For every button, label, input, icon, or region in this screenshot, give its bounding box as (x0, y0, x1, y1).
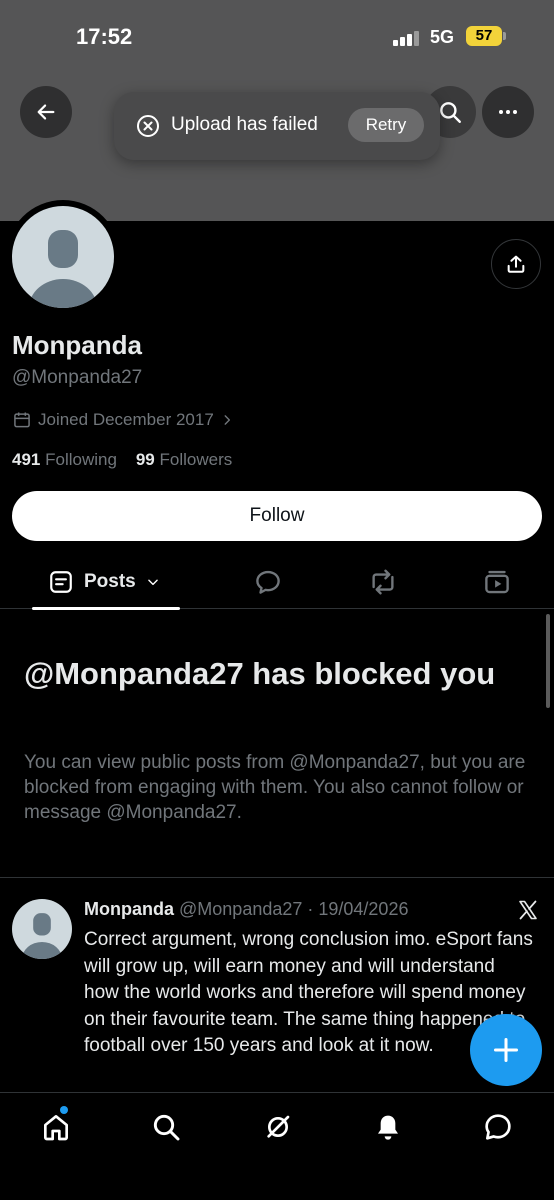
calendar-icon (14, 412, 30, 428)
network-label: 5G (430, 27, 455, 47)
blocked-description: You can view public posts from @Monpanda… (24, 752, 526, 823)
chevron-right-icon (224, 415, 230, 425)
profile-avatar[interactable] (6, 200, 120, 314)
media-icon[interactable] (482, 567, 512, 597)
followers-label: Followers (159, 450, 233, 469)
signal-icon (393, 30, 419, 46)
followers-link[interactable]: 99 Followers (136, 450, 232, 469)
follow-button[interactable]: Follow (12, 491, 542, 541)
follow-stats: 491 Following 99 Followers (12, 450, 232, 470)
back-arrow-icon (37, 104, 55, 120)
divider (0, 877, 554, 878)
share-button[interactable] (491, 239, 541, 289)
plus-icon (493, 1037, 519, 1063)
search-icon (440, 102, 461, 123)
tab-posts-label: Posts (84, 571, 136, 592)
following-count: 491 (12, 450, 41, 469)
replies-icon[interactable] (253, 567, 283, 597)
tweet-text: Correct argument, wrong conclusion imo. … (84, 929, 533, 1056)
joined-date[interactable]: Joined December 2017 (12, 410, 234, 430)
active-tab-indicator (32, 607, 180, 610)
default-avatar-icon (29, 230, 97, 308)
following-link[interactable]: 491 Following (12, 450, 117, 469)
messages-icon[interactable] (482, 1111, 514, 1143)
upload-failed-toast: Upload has failed Retry (114, 92, 440, 160)
blocked-title: @Monpanda27 has blocked you (24, 656, 496, 691)
display-name: Monpanda (12, 330, 142, 360)
following-label: Following (45, 450, 117, 469)
scrollbar[interactable] (546, 614, 550, 708)
grok-icon[interactable] (262, 1111, 294, 1143)
tab-posts[interactable]: Posts (32, 557, 180, 610)
tweet-author-name[interactable]: Monpanda (84, 899, 174, 919)
home-notification-dot (60, 1106, 68, 1114)
joined-label: Joined December 2017 (38, 410, 214, 429)
compose-button[interactable] (470, 1014, 542, 1086)
more-button[interactable] (482, 86, 534, 138)
battery-icon: 57 (466, 26, 502, 46)
user-handle: @Monpanda27 (12, 367, 143, 388)
tweet-header: Monpanda @Monpanda27 · 19/04/2026 (84, 899, 408, 920)
tweet-meta: @Monpanda27 · 19/04/2026 (179, 899, 409, 919)
bottom-nav (0, 1092, 554, 1200)
search-icon[interactable] (150, 1111, 182, 1143)
retry-button[interactable]: Retry (348, 108, 424, 142)
battery-nub (503, 32, 506, 40)
repost-icon[interactable] (368, 567, 398, 597)
bell-icon[interactable] (372, 1111, 404, 1143)
chevron-down-icon (147, 579, 158, 586)
share-icon (507, 255, 525, 273)
status-time: 17:52 (76, 24, 133, 49)
posts-icon (50, 571, 72, 593)
toast-message: Upload has failed (171, 114, 318, 135)
error-circle-icon (137, 115, 159, 137)
more-icon (499, 110, 517, 114)
followers-count: 99 (135, 450, 155, 469)
home-icon[interactable] (40, 1111, 72, 1143)
tweet-avatar[interactable] (12, 899, 72, 959)
x-logo-icon (519, 900, 537, 920)
default-avatar-icon (22, 913, 62, 959)
back-button[interactable] (20, 86, 72, 138)
status-bar: 17:52 5G 57 (0, 0, 554, 70)
profile-tabs: Posts (0, 557, 554, 610)
